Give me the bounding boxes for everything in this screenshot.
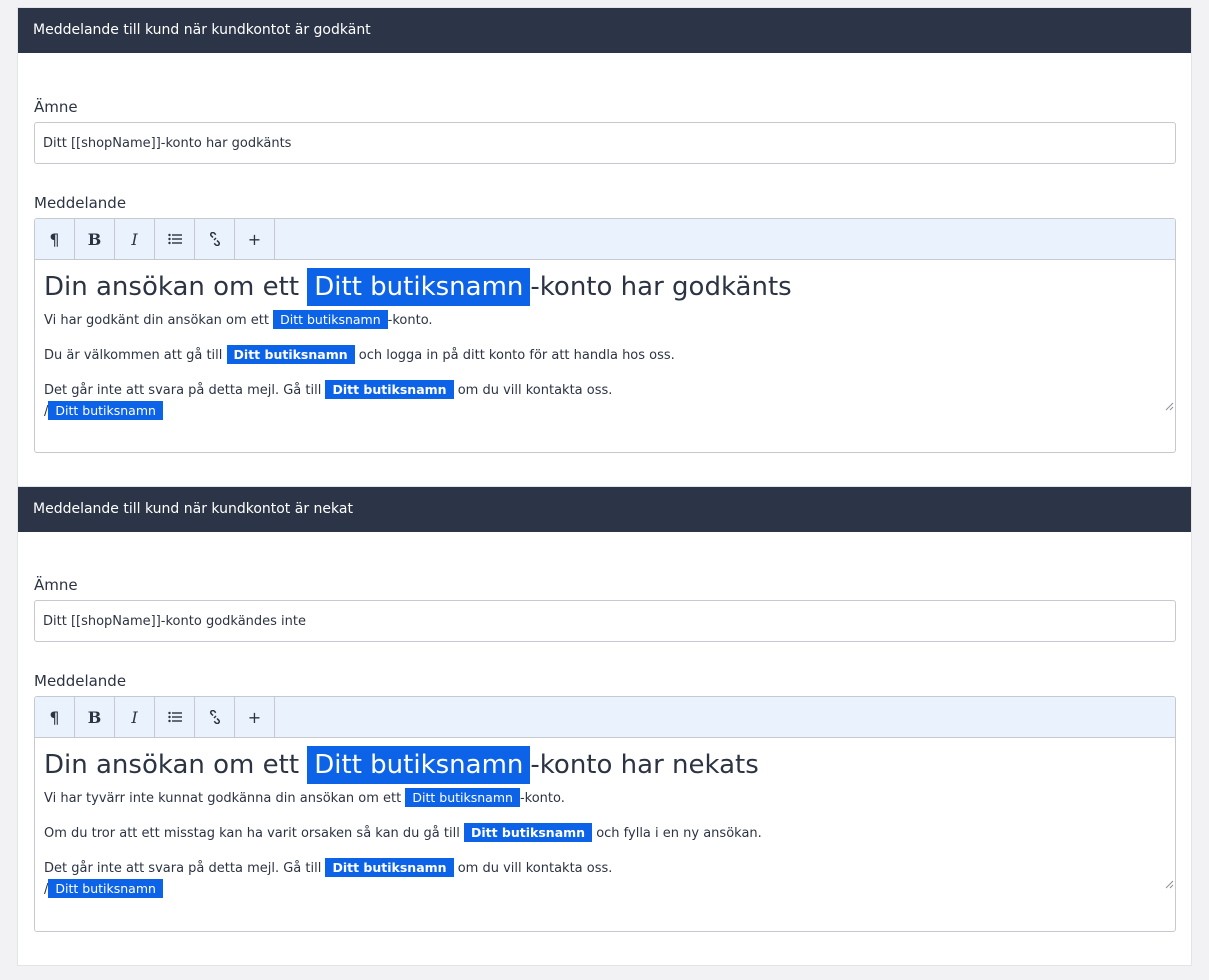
editor-content[interactable]: Din ansökan om ett Ditt butiksnamn -konto… (35, 260, 1175, 420)
heading-text: Din ansökan om ett (44, 750, 308, 780)
panel-header: Meddelande till kund när kundkontot är g… (18, 8, 1191, 53)
message-editor[interactable]: ¶ B I + Din ansökan om ett Ditt butiksna… (34, 696, 1176, 932)
paragraph-icon: ¶ (49, 229, 60, 249)
message-signature: / Ditt butiksnamn (44, 879, 1166, 900)
message-paragraph-2: Du är välkommen att gå till Ditt butiksn… (44, 345, 1166, 366)
shop-name-tag: Ditt butiksnamn (273, 310, 388, 329)
link-icon (209, 232, 220, 246)
heading-text: Din ansökan om ett (44, 272, 308, 302)
paragraph-text: Det går inte att svara på detta mejl. Gå… (44, 861, 326, 876)
shop-name-tag: Ditt butiksnamn (325, 380, 454, 399)
editor-toolbar: ¶ B I + (35, 219, 1175, 260)
approved-message-panel: Meddelande till kund när kundkontot är g… (17, 7, 1192, 488)
message-heading: Din ansökan om ett Ditt butiksnamn -konto… (44, 268, 1166, 306)
editor-content[interactable]: Din ansökan om ett Ditt butiksnamn -konto… (35, 738, 1175, 898)
message-paragraph-3: Det går inte att svara på detta mejl. Gå… (44, 858, 1166, 879)
link-button[interactable] (195, 697, 235, 737)
paragraph-icon: ¶ (49, 707, 60, 727)
message-heading: Din ansökan om ett Ditt butiksnamn -konto… (44, 746, 1166, 784)
subject-label: Ämne (34, 576, 78, 594)
message-paragraph-3: Det går inte att svara på detta mejl. Gå… (44, 380, 1166, 401)
paragraph-format-button[interactable]: ¶ (35, 697, 75, 737)
paragraph-text: Vi har godkänt din ansökan om ett (44, 313, 274, 328)
bullet-list-button[interactable] (155, 697, 195, 737)
shop-name-tag: Ditt butiksnamn (226, 345, 355, 364)
paragraph-text-end: om du vill kontakta oss. (453, 383, 613, 398)
italic-icon: I (131, 707, 138, 727)
link-icon (209, 710, 220, 724)
paragraph-text: Om du tror att ett misstag kan ha varit … (44, 826, 464, 841)
insert-button[interactable]: + (235, 697, 275, 737)
insert-button[interactable]: + (235, 219, 275, 259)
shop-name-tag: Ditt butiksnamn (48, 401, 163, 420)
italic-button[interactable]: I (115, 697, 155, 737)
paragraph-text: Det går inte att svara på detta mejl. Gå… (44, 383, 326, 398)
italic-button[interactable]: I (115, 219, 155, 259)
link-button[interactable] (195, 219, 235, 259)
message-label: Meddelande (34, 194, 127, 212)
message-paragraph-2: Om du tror att ett misstag kan ha varit … (44, 823, 1166, 844)
subject-label: Ämne (34, 98, 78, 116)
italic-icon: I (131, 229, 138, 249)
message-paragraph-1: Vi har godkänt din ansökan om ett Ditt b… (44, 310, 1166, 331)
shop-name-tag: Ditt butiksnamn (405, 788, 520, 807)
message-paragraph-1: Vi har tyvärr inte kunnat godkänna din a… (44, 788, 1166, 809)
subject-input[interactable] (34, 600, 1176, 642)
paragraph-format-button[interactable]: ¶ (35, 219, 75, 259)
subject-input[interactable] (34, 122, 1176, 164)
bold-button[interactable]: B (75, 697, 115, 737)
message-editor[interactable]: ¶ B I + Din ansökan om ett Ditt butiksna… (34, 218, 1176, 453)
paragraph-text-end: och fylla i en ny ansökan. (592, 826, 762, 841)
editor-toolbar: ¶ B I + (35, 697, 1175, 738)
bullet-list-icon (167, 711, 182, 723)
paragraph-text: Du är välkommen att gå till (44, 348, 227, 363)
message-signature: / Ditt butiksnamn (44, 401, 1166, 422)
resize-handle-icon[interactable] (1165, 402, 1174, 411)
bullet-list-icon (167, 233, 182, 245)
heading-text-end: -konto har nekats (530, 750, 759, 780)
plus-icon: + (247, 229, 262, 249)
rejected-message-panel: Meddelande till kund när kundkontot är n… (17, 486, 1192, 966)
shop-name-tag: Ditt butiksnamn (48, 879, 163, 898)
shop-name-tag: Ditt butiksnamn (307, 746, 531, 784)
paragraph-text-end: om du vill kontakta oss. (453, 861, 613, 876)
panel-header: Meddelande till kund när kundkontot är n… (18, 487, 1191, 532)
heading-text-end: -konto har godkänts (530, 272, 792, 302)
paragraph-text: Vi har tyvärr inte kunnat godkänna din a… (44, 791, 406, 806)
shop-name-tag: Ditt butiksnamn (325, 858, 454, 877)
shop-name-tag: Ditt butiksnamn (463, 823, 593, 842)
resize-handle-icon[interactable] (1165, 880, 1174, 889)
paragraph-text-end: och logga in på ditt konto för att handl… (354, 348, 675, 363)
bold-button[interactable]: B (75, 219, 115, 259)
bold-icon: B (87, 707, 102, 727)
bold-icon: B (87, 229, 102, 249)
message-label: Meddelande (34, 672, 127, 690)
shop-name-tag: Ditt butiksnamn (307, 268, 531, 306)
plus-icon: + (247, 707, 262, 727)
paragraph-text-end: -konto. (519, 791, 565, 806)
paragraph-text-end: -konto. (387, 313, 433, 328)
bullet-list-button[interactable] (155, 219, 195, 259)
